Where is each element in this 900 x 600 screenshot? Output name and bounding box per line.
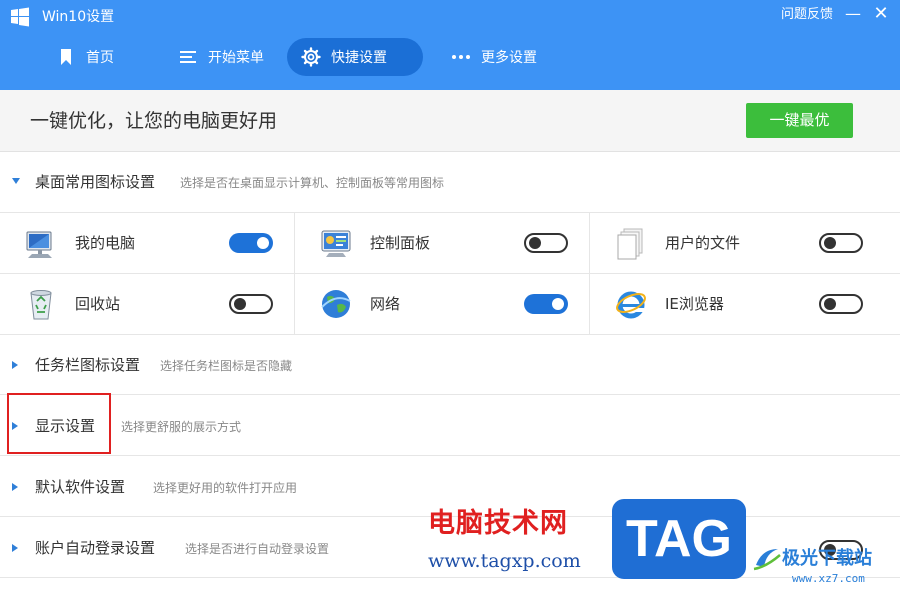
section-desc: 选择更舒服的展示方式 <box>121 420 242 434</box>
feedback-link[interactable]: 问题反馈 <box>781 5 833 25</box>
watermark-site-url: www.tagxp.com <box>428 550 581 572</box>
title-bar: Win10设置 问题反馈 — ✕ 首页 开始菜单 快捷设置 更多设置 <box>0 0 900 90</box>
toggle-recycle-bin[interactable] <box>229 294 273 314</box>
desktop-icons-grid: 我的电脑 控制面板 用户的文件 回收站 网络 IE浏览器 <box>0 212 900 335</box>
section-title: 任务栏图标设置 <box>35 356 141 374</box>
list-item: 网络 <box>295 274 590 335</box>
watermark-logo-url: www.xz7.com <box>792 572 865 585</box>
item-label: 回收站 <box>75 295 121 313</box>
section-title: 账户自动登录设置 <box>35 539 156 557</box>
optimize-text: 一键优化，让您的电脑更好用 <box>30 110 278 132</box>
chevron-right-icon <box>12 544 18 552</box>
section-desc: 选择更好用的软件打开应用 <box>153 481 298 495</box>
chevron-right-icon <box>12 361 18 369</box>
watermark-swirl-icon <box>753 549 781 571</box>
minimize-button[interactable]: — <box>843 4 863 24</box>
item-label: 网络 <box>370 295 401 313</box>
chevron-down-icon <box>12 178 20 184</box>
highlight-annotation <box>7 393 111 454</box>
toggle-my-computer[interactable] <box>229 233 273 253</box>
list-item: 用户的文件 <box>590 213 900 274</box>
tab-start-menu-label: 开始菜单 <box>208 50 264 66</box>
network-icon <box>321 290 351 318</box>
section-title: 桌面常用图标设置 <box>35 173 156 191</box>
item-label: 控制面板 <box>370 234 431 252</box>
ie-browser-icon <box>616 291 646 319</box>
windows-logo-icon <box>11 7 29 27</box>
tab-more-settings[interactable]: 更多设置 <box>437 38 551 76</box>
bookmark-icon <box>56 47 76 67</box>
app-title: Win10设置 <box>42 9 115 25</box>
more-icon <box>451 47 471 67</box>
toggle-user-files[interactable] <box>819 233 863 253</box>
section-desc: 选择是否在桌面显示计算机、控制面板等常用图标 <box>180 176 445 190</box>
list-item: 控制面板 <box>295 213 590 274</box>
tab-home-label: 首页 <box>86 50 114 66</box>
section-display[interactable]: 显示设置 选择更舒服的展示方式 <box>0 396 900 456</box>
toggle-control-panel[interactable] <box>524 233 568 253</box>
close-button[interactable]: ✕ <box>871 4 891 24</box>
section-title: 默认软件设置 <box>35 478 126 496</box>
gear-icon <box>301 47 321 67</box>
item-label: 用户的文件 <box>665 234 741 252</box>
item-label: 我的电脑 <box>75 234 136 252</box>
watermark-logo-title: 极光下载站 <box>782 548 872 569</box>
list-item: 回收站 <box>0 274 295 335</box>
section-taskbar-icons[interactable]: 任务栏图标设置 选择任务栏图标是否隐藏 <box>0 335 900 395</box>
list-item: 我的电脑 <box>0 213 295 274</box>
section-desc: 选择任务栏图标是否隐藏 <box>160 359 293 373</box>
tab-quick-settings-label: 快捷设置 <box>331 50 387 66</box>
tab-start-menu[interactable]: 开始菜单 <box>164 38 278 76</box>
toggle-ie-browser[interactable] <box>819 294 863 314</box>
item-label: IE浏览器 <box>665 295 724 313</box>
tab-more-settings-label: 更多设置 <box>481 50 537 66</box>
toggle-network[interactable] <box>524 294 568 314</box>
menu-icon <box>178 47 198 67</box>
tab-quick-settings[interactable]: 快捷设置 <box>287 38 423 76</box>
main-nav: 首页 开始菜单 快捷设置 更多设置 <box>0 38 900 76</box>
recycle-bin-icon <box>30 290 52 320</box>
watermark-site-name: 电脑技术网 <box>428 508 568 539</box>
computer-icon <box>26 231 52 258</box>
chevron-right-icon <box>12 483 18 491</box>
tab-home[interactable]: 首页 <box>42 38 128 76</box>
user-files-icon <box>617 228 643 260</box>
control-panel-icon <box>321 230 351 257</box>
one-click-optimize-button[interactable]: 一键最优 <box>746 103 853 138</box>
section-desc: 选择是否进行自动登录设置 <box>185 542 330 556</box>
watermark-tag-logo: TAG <box>612 499 746 579</box>
list-item: IE浏览器 <box>590 274 900 335</box>
section-desktop-icons[interactable]: 桌面常用图标设置 选择是否在桌面显示计算机、控制面板等常用图标 <box>0 152 900 212</box>
